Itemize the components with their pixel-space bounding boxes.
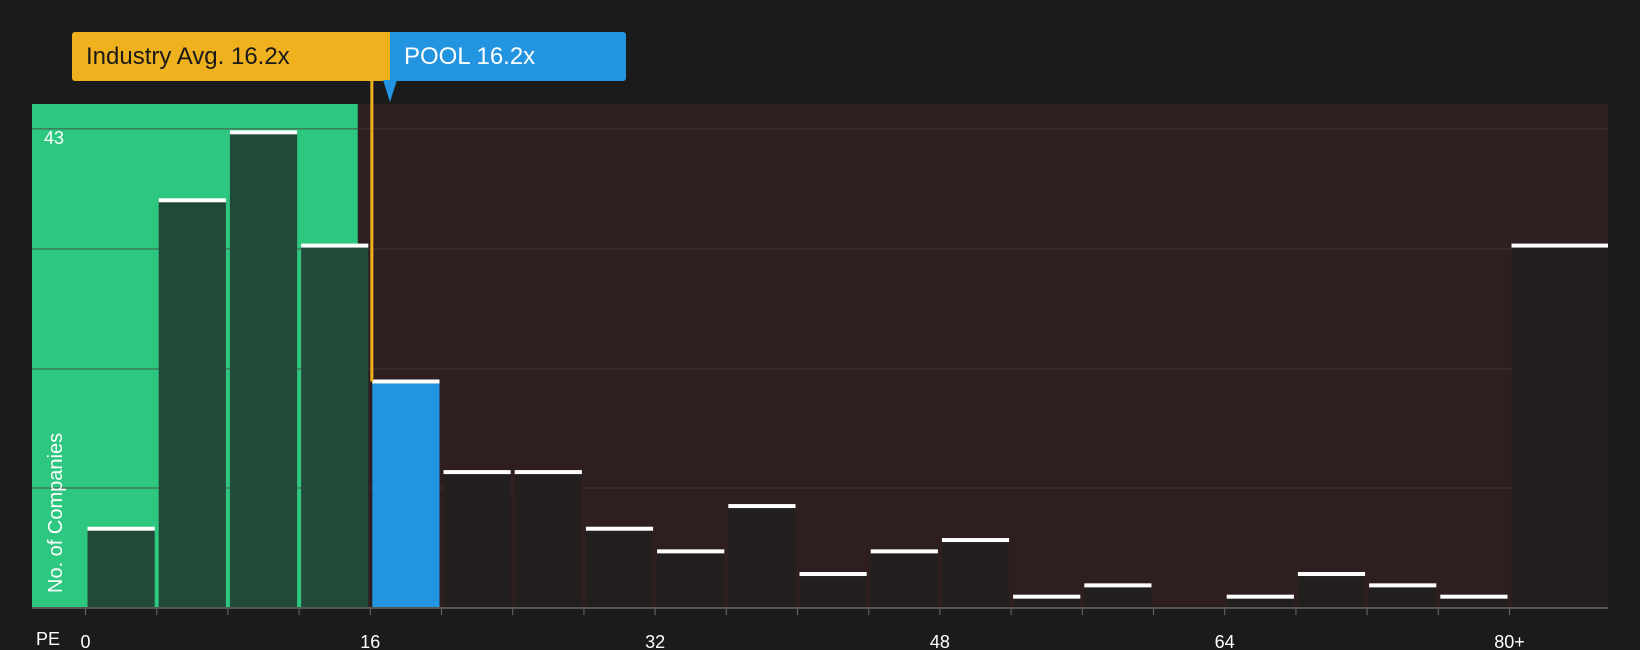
pool-pe-tag: POOL 16.2x <box>390 32 626 81</box>
bar-cap <box>1226 594 1294 599</box>
pe-histogram-chart: 0 16 32 48 64 80+ 43 No. of Companies PE <box>32 80 1608 650</box>
x-tick-label: 80+ <box>1494 632 1525 650</box>
x-tick-label: 64 <box>1215 632 1235 650</box>
bar-cap <box>1084 583 1152 588</box>
bar <box>158 200 226 609</box>
bar <box>1511 245 1608 608</box>
bar <box>941 540 1010 608</box>
bar <box>443 472 511 608</box>
bar-cap <box>1440 594 1508 599</box>
bar <box>514 472 582 608</box>
bar-cap <box>514 470 582 475</box>
x-tick-label: 48 <box>930 632 950 650</box>
bar <box>799 574 867 608</box>
bar-cap <box>1369 583 1437 588</box>
bar <box>1084 585 1152 608</box>
x-tick-label: 16 <box>360 632 380 650</box>
x-tick-label: 0 <box>80 632 90 650</box>
bar-cap <box>585 526 654 531</box>
bar-cap <box>301 243 369 248</box>
bar-cap <box>941 538 1010 543</box>
bar <box>657 551 725 608</box>
pool-pe-pointer <box>383 80 397 102</box>
bar <box>728 506 796 608</box>
bar-cap <box>728 504 796 509</box>
bar-cap <box>657 549 725 554</box>
y-axis-label: No. of Companies <box>45 433 67 593</box>
bar-cap <box>229 130 298 135</box>
bar <box>229 132 298 609</box>
bar <box>1297 574 1366 608</box>
bar-cap <box>372 379 440 384</box>
y-max-label: 43 <box>44 128 64 148</box>
bar-cap <box>799 572 867 577</box>
bar-cap <box>1297 572 1366 577</box>
bar <box>87 528 155 608</box>
x-tick-label: 32 <box>645 632 665 650</box>
x-axis-ticks: 0 16 32 48 64 80+ <box>80 608 1525 650</box>
bar-cap <box>443 470 511 475</box>
bar-cap <box>158 198 226 203</box>
industry-average-tag: Industry Avg. 16.2x <box>72 32 390 81</box>
bar <box>870 551 938 608</box>
bar <box>301 245 369 608</box>
x-axis-label: PE <box>36 629 60 649</box>
bar-cap <box>1013 594 1081 599</box>
bar-cap <box>870 549 938 554</box>
bar <box>585 528 654 608</box>
bar <box>1369 585 1437 608</box>
bar-cap <box>87 526 155 531</box>
bar-cap <box>1511 243 1608 248</box>
bar <box>372 381 440 608</box>
